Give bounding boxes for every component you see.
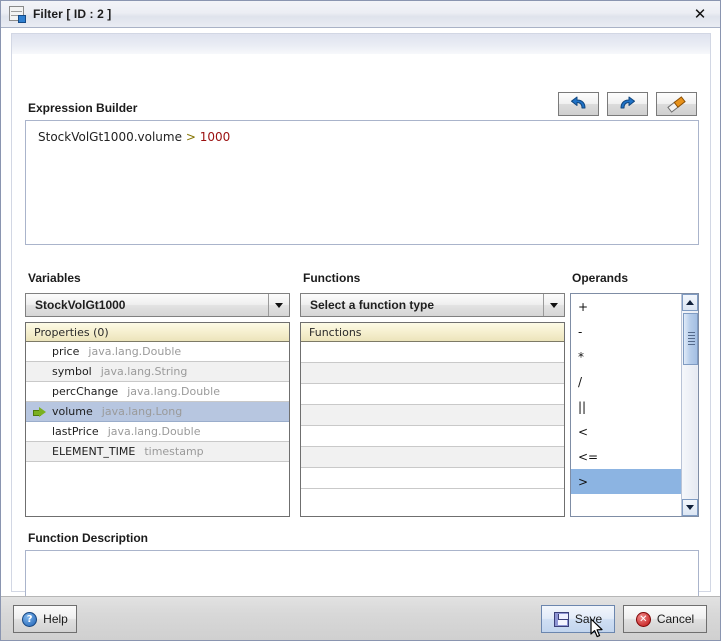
list-item[interactable]: / [571, 369, 681, 394]
save-button-label: Save [574, 612, 603, 626]
table-row[interactable]: ELEMENT_TIME timestamp [26, 442, 289, 462]
list-item[interactable] [301, 468, 564, 489]
filter-dialog: Filter [ ID : 2 ] ✕ Expression Builder S… [0, 0, 721, 641]
property-type: timestamp [144, 445, 204, 458]
properties-table: Properties (0) price java.lang.Double sy… [25, 322, 290, 517]
functions-label: Functions [303, 271, 361, 285]
property-name: lastPrice [52, 425, 99, 438]
property-type: java.lang.String [100, 365, 188, 378]
property-name: price [52, 345, 80, 358]
eraser-icon [667, 95, 686, 113]
scroll-down-icon[interactable] [682, 499, 698, 516]
help-icon: ? [22, 611, 38, 627]
operand-symbol: < [578, 424, 589, 439]
list-item[interactable]: <= [571, 444, 681, 469]
property-type: java.lang.Long [101, 405, 183, 418]
operands-list: + - * / || < <= > [570, 293, 699, 517]
variables-select-value: StockVolGt1000 [35, 298, 126, 312]
function-type-select-value: Select a function type [310, 298, 435, 312]
dialog-footer: ? Help Save ✕ Cancel [1, 596, 720, 640]
function-description-label: Function Description [28, 531, 148, 545]
expression-operand: StockVolGt1000.volume [38, 130, 182, 144]
content-top-band [11, 33, 711, 54]
operand-symbol: > [578, 474, 589, 489]
properties-table-header: Properties (0) [26, 323, 289, 342]
dialog-content: Expression Builder StockVolGt1000.volume… [1, 28, 720, 622]
scrollbar-track[interactable] [683, 366, 697, 498]
undo-icon [571, 96, 586, 108]
chevron-down-icon[interactable] [268, 294, 289, 316]
expression-operator: > [185, 130, 196, 144]
operand-symbol: + [578, 299, 589, 314]
variables-label: Variables [28, 271, 81, 285]
list-item[interactable] [301, 405, 564, 426]
scrollbar-thumb[interactable] [683, 313, 698, 365]
list-item[interactable]: < [571, 419, 681, 444]
window-title: Filter [ ID : 2 ] [33, 7, 112, 21]
list-item[interactable]: - [571, 319, 681, 344]
operands-scrollbar[interactable] [681, 294, 698, 516]
list-item[interactable]: * [571, 344, 681, 369]
undo-button[interactable] [558, 92, 599, 116]
table-empty-row [26, 462, 289, 484]
save-icon [553, 611, 569, 627]
property-type: java.lang.Double [88, 345, 182, 358]
list-item[interactable]: || [571, 394, 681, 419]
list-item[interactable] [301, 342, 564, 363]
property-name: percChange [52, 385, 119, 398]
functions-table-header: Functions [301, 323, 564, 342]
variables-select[interactable]: StockVolGt1000 [25, 293, 290, 317]
list-item[interactable] [301, 384, 564, 405]
list-item-selected[interactable]: > [571, 469, 681, 494]
property-name: symbol [52, 365, 92, 378]
clear-button[interactable] [656, 92, 697, 116]
operand-symbol: - [578, 324, 583, 339]
expression-builder-label: Expression Builder [28, 101, 138, 115]
table-row[interactable]: lastPrice java.lang.Double [26, 422, 289, 442]
property-type: java.lang.Double [107, 425, 201, 438]
operand-symbol: <= [578, 449, 599, 464]
operand-symbol: * [578, 349, 584, 364]
operands-label: Operands [572, 271, 629, 285]
list-item[interactable]: + [571, 294, 681, 319]
chevron-down-icon[interactable] [543, 294, 564, 316]
title-bar: Filter [ ID : 2 ] ✕ [1, 1, 720, 28]
main-panel: Expression Builder StockVolGt1000.volume… [11, 54, 711, 622]
table-row[interactable]: price java.lang.Double [26, 342, 289, 362]
property-name: volume [52, 405, 93, 418]
operands-list-items: + - * / || < <= > [571, 294, 681, 516]
expression-toolbar [558, 92, 697, 116]
property-type: java.lang.Double [127, 385, 220, 398]
help-button-label: Help [43, 612, 68, 626]
property-name: ELEMENT_TIME [52, 445, 136, 458]
close-icon: ✕ [635, 611, 651, 627]
expression-value: 1000 [199, 130, 231, 144]
expression-input[interactable]: StockVolGt1000.volume > 1000 [25, 120, 699, 245]
help-button[interactable]: ? Help [13, 605, 77, 633]
cancel-button-label: Cancel [656, 612, 695, 626]
table-row[interactable]: percChange java.lang.Double [26, 382, 289, 402]
list-item[interactable] [301, 426, 564, 447]
operand-symbol: / [578, 374, 583, 389]
function-type-select[interactable]: Select a function type [300, 293, 565, 317]
functions-table: Functions [300, 322, 565, 517]
list-item[interactable] [301, 447, 564, 468]
selected-row-arrow-icon [26, 406, 52, 417]
operand-symbol: || [578, 399, 587, 414]
save-button[interactable]: Save [541, 605, 615, 633]
list-item[interactable] [301, 363, 564, 384]
table-row[interactable]: symbol java.lang.String [26, 362, 289, 382]
redo-button[interactable] [607, 92, 648, 116]
cancel-button[interactable]: ✕ Cancel [623, 605, 707, 633]
scroll-up-icon[interactable] [682, 294, 698, 311]
filter-table-icon [9, 5, 26, 23]
table-row-selected[interactable]: volume java.lang.Long [26, 402, 289, 422]
close-icon[interactable]: ✕ [680, 1, 720, 27]
redo-icon [620, 96, 635, 108]
